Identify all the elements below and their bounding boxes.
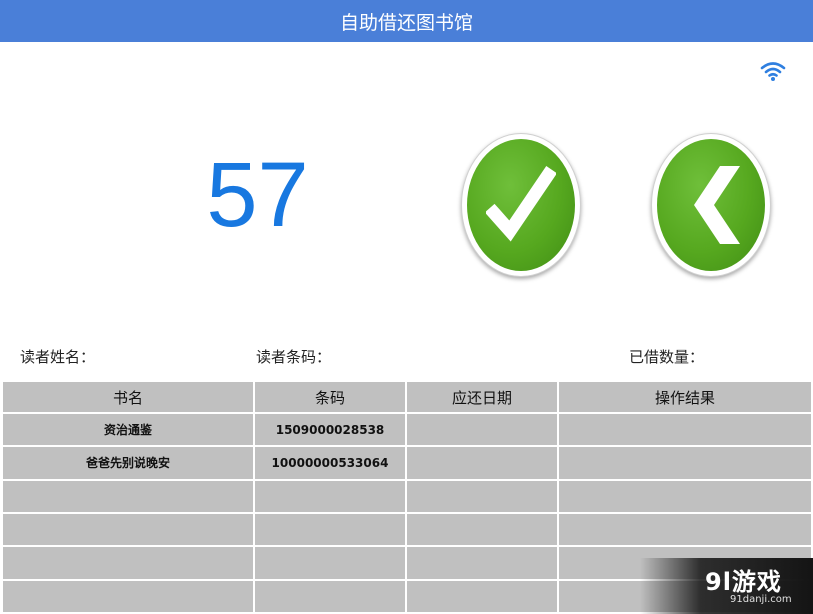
chevron-left-icon (694, 166, 740, 244)
book-barcode-cell (253, 545, 407, 581)
due-date-cell (405, 411, 559, 448)
result-cell (557, 411, 813, 448)
borrowed-count-label: 已借数量： (629, 348, 705, 366)
book-barcode-cell (253, 578, 407, 614)
due-date-cell (405, 478, 559, 514)
reader-barcode-label: 读者条码： (256, 348, 332, 366)
confirm-button[interactable] (461, 133, 581, 277)
check-icon (486, 165, 556, 242)
column-header-due-date: 应还日期 (405, 380, 559, 414)
page-title: 自助借还图书馆 (339, 11, 473, 34)
column-header-barcode: 条码 (253, 380, 407, 414)
table-row[interactable]: 爸爸先别说晚安 10000000533064 (1, 445, 813, 481)
book-title-cell (1, 545, 255, 581)
column-header-title: 书名 (1, 380, 255, 414)
countdown-timer: 57 (206, 144, 309, 246)
reader-name-label: 读者姓名： (20, 348, 96, 366)
result-cell (557, 511, 813, 548)
book-barcode-cell: 10000000533064 (253, 445, 407, 481)
book-barcode-cell (253, 478, 407, 514)
result-cell (557, 478, 813, 514)
book-title-cell (1, 511, 255, 548)
table-row (1, 478, 813, 514)
result-cell (557, 445, 813, 481)
due-date-cell (405, 511, 559, 548)
watermark-logo: 9l游戏 (705, 568, 782, 596)
book-barcode-cell: 1509000028538 (253, 411, 407, 448)
title-bar: 自助借还图书馆 (0, 0, 813, 42)
table-header-row: 书名 条码 应还日期 操作结果 (1, 380, 813, 414)
watermark-url: 91danji.com (730, 594, 792, 605)
wifi-icon (760, 62, 786, 81)
due-date-cell (405, 545, 559, 581)
back-button[interactable] (651, 133, 771, 277)
book-barcode-cell (253, 511, 407, 548)
book-title-cell: 资治通鉴 (1, 411, 255, 448)
book-title-cell (1, 478, 255, 514)
due-date-cell (405, 578, 559, 614)
table-row[interactable]: 资治通鉴 1509000028538 (1, 411, 813, 448)
book-title-cell (1, 578, 255, 614)
due-date-cell (405, 445, 559, 481)
book-title-cell: 爸爸先别说晚安 (1, 445, 255, 481)
column-header-result: 操作结果 (557, 380, 813, 414)
table-row (1, 511, 813, 548)
